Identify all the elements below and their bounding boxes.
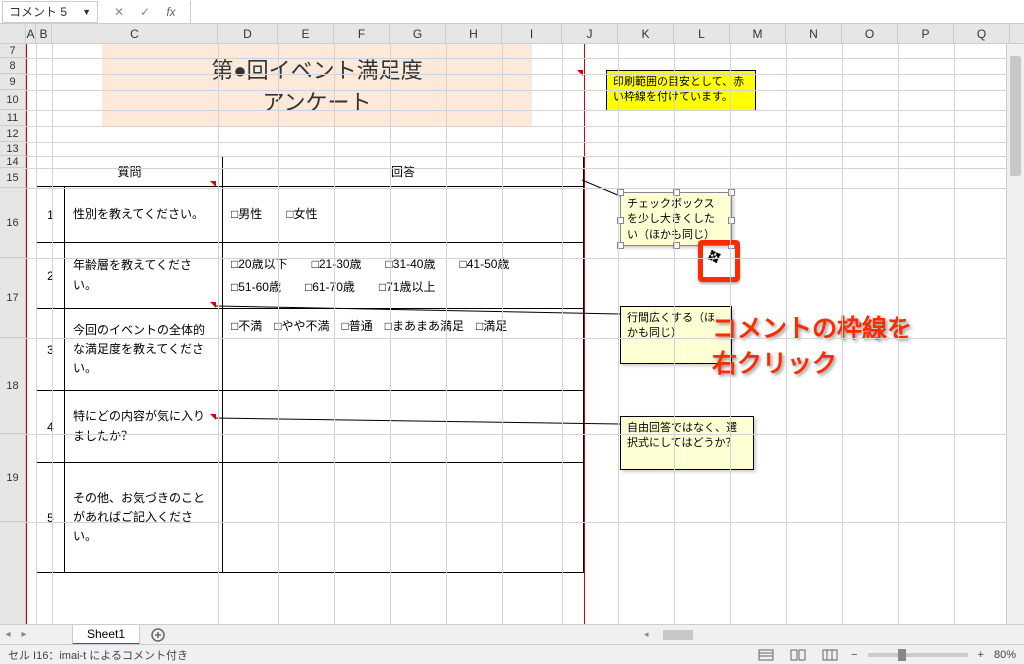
comment-text: 自由回答ではなく、選択式にしてはどうか？ bbox=[627, 422, 737, 449]
status-bar: セル I16：imai-t によるコメント付き − + 80% bbox=[0, 644, 1024, 664]
q-text: 年齢層を教えてください。 bbox=[65, 243, 223, 309]
q-text: その他、お気づきのことがあればご記入ください。 bbox=[65, 463, 223, 573]
column-header[interactable]: I bbox=[502, 24, 562, 43]
tab-nav-prev[interactable]: ◂ bbox=[0, 629, 16, 640]
red-margin-right bbox=[584, 44, 585, 624]
horizontal-scrollbar[interactable]: ◂ bbox=[644, 628, 1004, 642]
comment-indicator bbox=[210, 181, 216, 187]
column-header[interactable]: B bbox=[36, 24, 52, 43]
q-num: 3 bbox=[37, 309, 65, 391]
q-answer bbox=[223, 463, 584, 573]
sheet-tab[interactable]: Sheet1 bbox=[72, 624, 140, 645]
header-answer: 回答 bbox=[223, 157, 584, 187]
column-header[interactable]: H bbox=[446, 24, 502, 43]
row-header[interactable]: 18 bbox=[0, 338, 26, 434]
name-box-value: コメント 5 bbox=[9, 3, 67, 20]
survey-title: 第●回イベント満足度 アンケート bbox=[102, 44, 532, 126]
select-all-corner[interactable] bbox=[0, 24, 26, 43]
scroll-thumb[interactable] bbox=[663, 630, 693, 640]
row-header[interactable]: 15 bbox=[0, 168, 26, 188]
column-header[interactable]: F bbox=[334, 24, 390, 43]
annotation-text: コメントの枠線を 右クリック bbox=[712, 312, 912, 382]
q-num: 2 bbox=[37, 243, 65, 309]
row-header[interactable]: 12 bbox=[0, 126, 26, 142]
row-header[interactable]: 7 bbox=[0, 44, 26, 58]
column-header[interactable]: D bbox=[218, 24, 278, 43]
q-answer bbox=[223, 391, 584, 463]
q-answer: □20歳以下 □21-30歳 □31-40歳 □41-50歳□51-60歳 □6… bbox=[223, 243, 584, 309]
column-header[interactable]: J bbox=[562, 24, 618, 43]
chevron-down-icon: ▼ bbox=[82, 7, 91, 17]
red-margin-left bbox=[26, 44, 27, 624]
row-header[interactable]: 17 bbox=[0, 258, 26, 338]
zoom-slider[interactable] bbox=[868, 653, 968, 657]
row-header[interactable]: 9 bbox=[0, 74, 26, 90]
fx-icon[interactable]: fx bbox=[160, 2, 182, 22]
column-header[interactable]: P bbox=[898, 24, 954, 43]
scroll-thumb[interactable] bbox=[1010, 56, 1021, 176]
q-text: 特にどの内容が気に入りましたか？ bbox=[65, 391, 223, 463]
name-box[interactable]: コメント 5 ▼ bbox=[2, 1, 98, 23]
q-num: 1 bbox=[37, 187, 65, 243]
column-header[interactable]: A bbox=[26, 24, 36, 43]
cancel-formula-icon[interactable]: ✕ bbox=[108, 2, 130, 22]
q-text: 今回のイベントの全体的な満足度を教えてください。 bbox=[65, 309, 223, 391]
comment-box[interactable]: 自由回答ではなく、選択式にしてはどうか？ bbox=[620, 416, 754, 470]
q-answer: □男性 □女性 bbox=[223, 187, 584, 243]
vertical-scrollbar[interactable] bbox=[1006, 44, 1024, 624]
column-header[interactable]: N bbox=[786, 24, 842, 43]
zoom-in-icon[interactable]: + bbox=[978, 649, 984, 661]
header-question: 質問 bbox=[37, 157, 223, 187]
page-layout-view-icon[interactable] bbox=[787, 647, 809, 663]
q-num: 4 bbox=[37, 391, 65, 463]
column-header[interactable]: M bbox=[730, 24, 786, 43]
row-header[interactable]: 19 bbox=[0, 434, 26, 522]
column-header[interactable]: C bbox=[52, 24, 218, 43]
row-header[interactable]: 13 bbox=[0, 142, 26, 156]
accept-formula-icon[interactable]: ✓ bbox=[134, 2, 156, 22]
column-header[interactable]: G bbox=[390, 24, 446, 43]
comment-box-selected[interactable]: チェックボックスを少し大きくしたい（ほかも同じ） bbox=[620, 192, 732, 246]
row-header[interactable]: 11 bbox=[0, 110, 26, 126]
tab-nav-next[interactable]: ▸ bbox=[16, 629, 32, 640]
row-header[interactable]: 10 bbox=[0, 90, 26, 110]
zoom-thumb[interactable] bbox=[898, 649, 906, 661]
comment-text: 行間広くする（ほかも同じ） bbox=[627, 312, 715, 339]
formula-input[interactable] bbox=[190, 1, 1024, 23]
comment-indicator bbox=[210, 414, 216, 420]
column-headers: ABCDEFGHIJKLMNOPQ bbox=[0, 24, 1024, 44]
q-num: 5 bbox=[37, 463, 65, 573]
q-answer: □不満 □やや不満 □普通 □まあまあ満足 □満足 bbox=[223, 309, 584, 391]
column-header[interactable]: K bbox=[618, 24, 674, 43]
column-header[interactable]: Q bbox=[954, 24, 1010, 43]
q-text: 性別を教えてください。 bbox=[65, 187, 223, 243]
row-headers: 78910111213141516171819 bbox=[0, 44, 26, 624]
comment-indicator bbox=[210, 302, 216, 308]
sheet-tab-bar: ◂ ▸ Sheet1 ◂ bbox=[0, 624, 1024, 644]
zoom-out-icon[interactable]: − bbox=[851, 649, 857, 661]
comment-indicator bbox=[577, 70, 583, 76]
zoom-level[interactable]: 80% bbox=[994, 649, 1016, 661]
page-break-view-icon[interactable] bbox=[819, 647, 841, 663]
row-header[interactable]: 16 bbox=[0, 188, 26, 258]
column-header[interactable]: O bbox=[842, 24, 898, 43]
normal-view-icon[interactable] bbox=[755, 647, 777, 663]
comment-text: チェックボックスを少し大きくしたい（ほかも同じ） bbox=[627, 198, 715, 241]
add-sheet-button[interactable] bbox=[148, 625, 168, 645]
row-header[interactable] bbox=[0, 522, 26, 624]
row-header[interactable]: 14 bbox=[0, 156, 26, 168]
status-text: セル I16：imai-t によるコメント付き bbox=[8, 647, 188, 663]
column-header[interactable]: E bbox=[278, 24, 334, 43]
row-header[interactable]: 8 bbox=[0, 58, 26, 74]
column-header[interactable]: L bbox=[674, 24, 730, 43]
